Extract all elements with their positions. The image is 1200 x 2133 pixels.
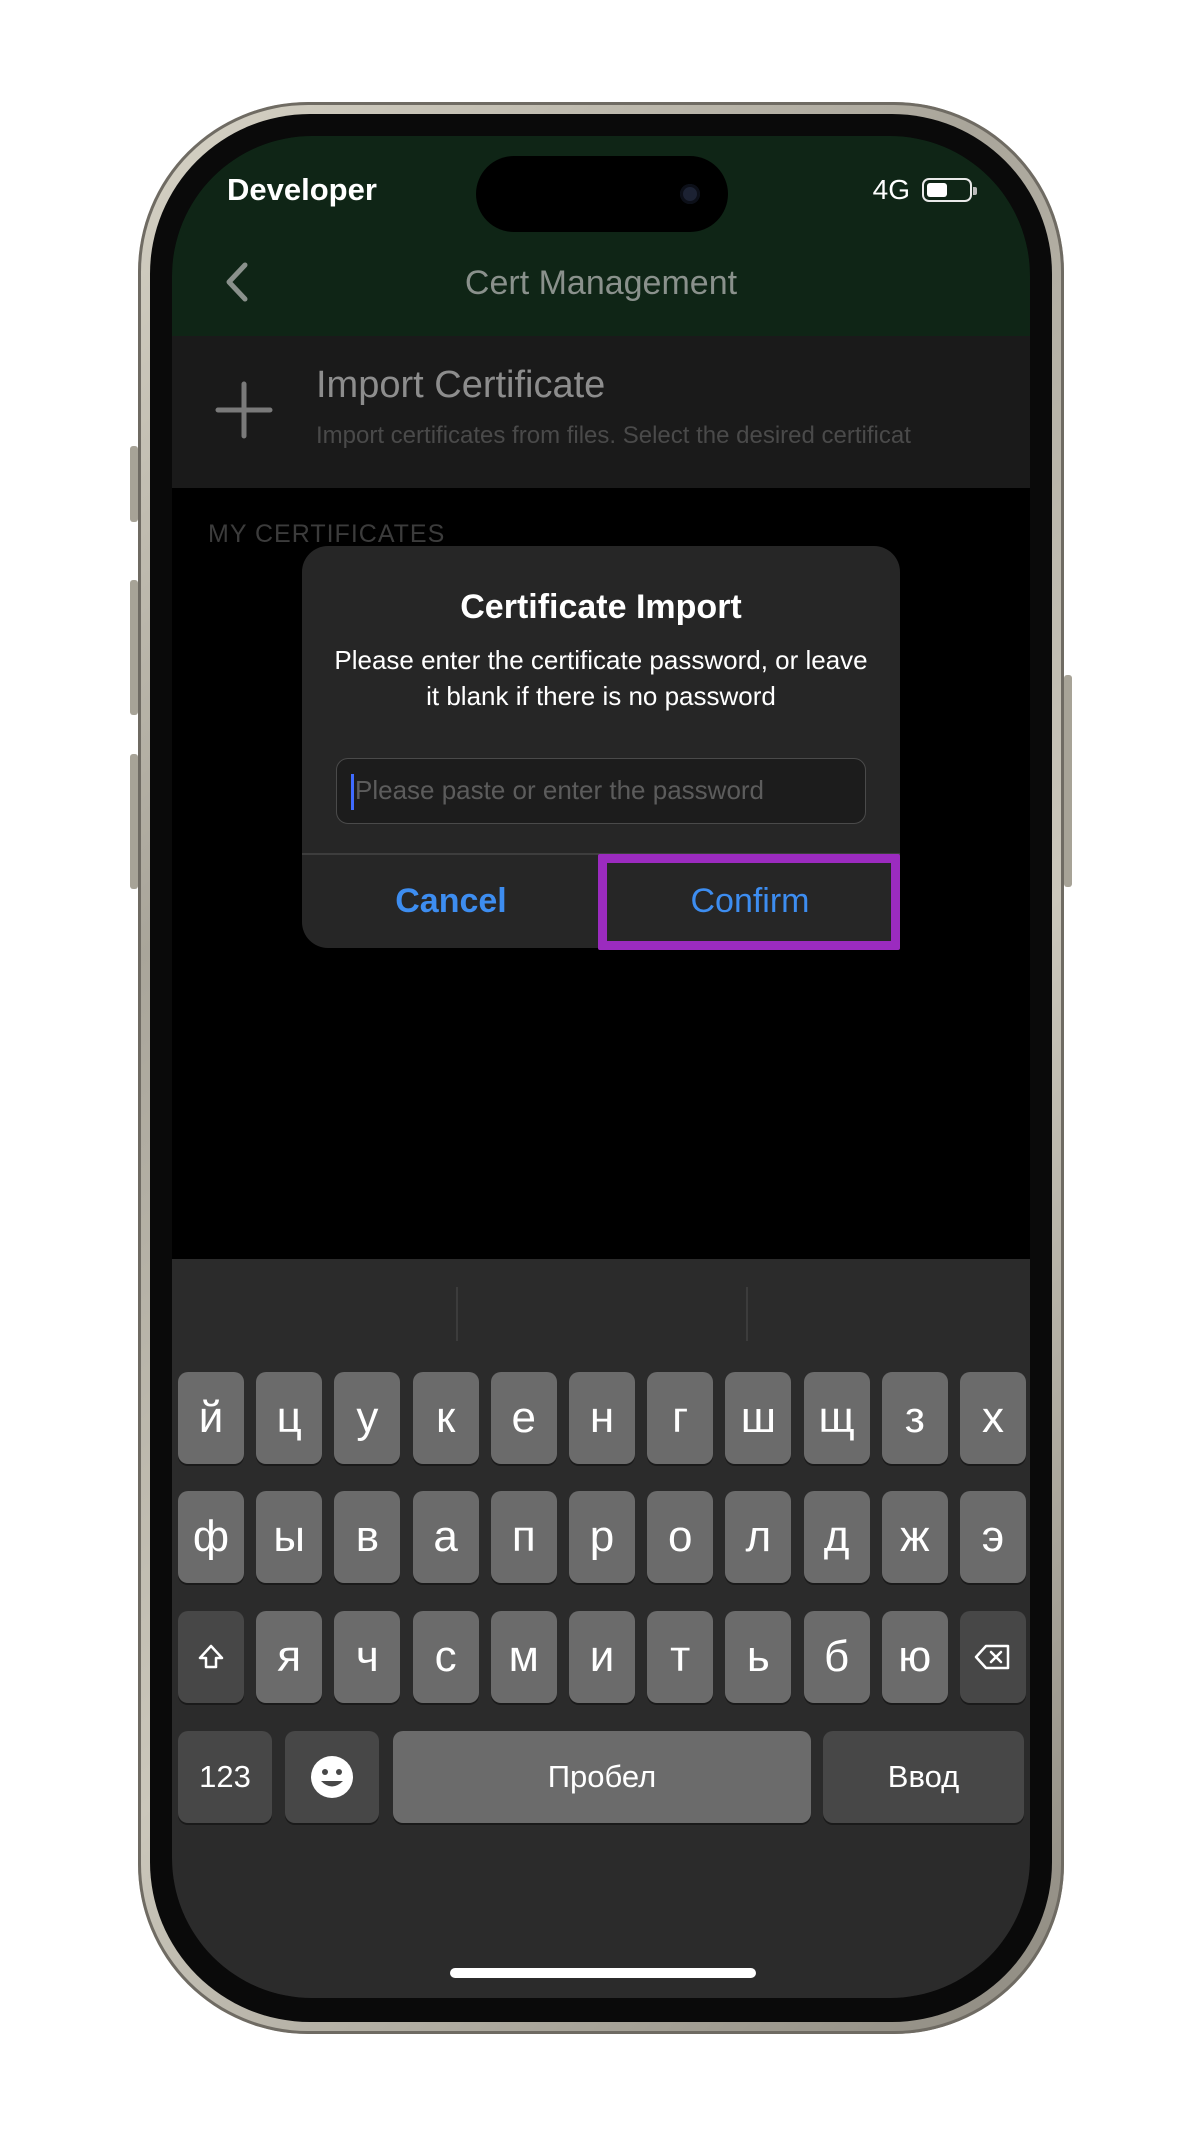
- import-certificate-subtitle: Import certificates from files. Select t…: [316, 422, 911, 449]
- status-indicators: 4G: [872, 174, 977, 206]
- delete-key[interactable]: [960, 1611, 1026, 1703]
- status-carrier: Developer: [227, 172, 377, 207]
- key-д[interactable]: д: [803, 1491, 870, 1583]
- key-п[interactable]: п: [490, 1491, 557, 1583]
- shift-icon: [198, 1644, 224, 1669]
- key-ф[interactable]: ф: [178, 1491, 244, 1583]
- dialog-title: Certificate Import: [460, 588, 742, 626]
- key-я[interactable]: я: [256, 1611, 323, 1703]
- cancel-button[interactable]: Cancel: [302, 855, 600, 948]
- battery-icon: [922, 178, 977, 202]
- space-key[interactable]: Пробел: [393, 1731, 811, 1823]
- key-г[interactable]: г: [647, 1372, 714, 1464]
- key-э[interactable]: э: [960, 1491, 1026, 1583]
- numbers-key[interactable]: 123: [178, 1731, 272, 1823]
- key-а[interactable]: а: [412, 1491, 479, 1583]
- key-е[interactable]: е: [490, 1372, 557, 1464]
- power-button: [1064, 675, 1072, 887]
- emoji-key[interactable]: [285, 1731, 379, 1823]
- key-ч[interactable]: ч: [334, 1611, 401, 1703]
- page-title: Cert Management: [464, 264, 738, 302]
- dynamic-island: [476, 156, 728, 232]
- home-indicator: [450, 1968, 756, 1978]
- key-т[interactable]: т: [647, 1611, 714, 1703]
- plus-icon: [215, 381, 273, 439]
- confirm-highlight-box: [598, 854, 900, 950]
- key-щ[interactable]: щ: [803, 1372, 870, 1464]
- volume-down-button: [130, 754, 138, 889]
- dialog-message: Please enter the certificate password, o…: [334, 645, 868, 711]
- key-с[interactable]: с: [412, 1611, 479, 1703]
- password-input[interactable]: Please paste or enter the password: [336, 758, 866, 824]
- return-key[interactable]: Ввод: [823, 1731, 1024, 1823]
- navigation-header: Developer 4G Cert Management: [172, 136, 1030, 336]
- backspace-icon: [974, 1644, 1010, 1670]
- key-в[interactable]: в: [334, 1491, 401, 1583]
- key-к[interactable]: к: [412, 1372, 479, 1464]
- key-й[interactable]: й: [178, 1372, 244, 1464]
- emoji-icon: [311, 1756, 353, 1798]
- import-certificate-title: Import Certificate: [316, 364, 606, 406]
- key-б[interactable]: б: [803, 1611, 870, 1703]
- key-о[interactable]: о: [647, 1491, 714, 1583]
- suggestion-divider: [456, 1287, 458, 1341]
- key-ы[interactable]: ы: [256, 1491, 323, 1583]
- shift-key[interactable]: [178, 1611, 244, 1703]
- phone-screen: Developer 4G Cert Management Import Cert…: [172, 136, 1030, 1998]
- key-н[interactable]: н: [569, 1372, 635, 1464]
- network-type: 4G: [872, 174, 910, 205]
- key-ц[interactable]: ц: [256, 1372, 323, 1464]
- key-и[interactable]: и: [569, 1611, 635, 1703]
- key-м[interactable]: м: [490, 1611, 557, 1703]
- key-ю[interactable]: ю: [881, 1611, 948, 1703]
- key-л[interactable]: л: [725, 1491, 792, 1583]
- text-cursor: [351, 774, 354, 810]
- suggestion-divider: [746, 1287, 748, 1341]
- key-ь[interactable]: ь: [725, 1611, 792, 1703]
- import-certificate-row[interactable]: Import Certificate Import certificates f…: [172, 336, 1030, 488]
- camera-icon: [680, 184, 700, 204]
- key-р[interactable]: р: [569, 1491, 635, 1583]
- key-у[interactable]: у: [334, 1372, 401, 1464]
- key-з[interactable]: з: [881, 1372, 948, 1464]
- key-х[interactable]: х: [960, 1372, 1026, 1464]
- volume-up-button: [130, 580, 138, 715]
- action-button: [130, 446, 138, 522]
- section-header: MY CERTIFICATES: [208, 520, 446, 548]
- key-ш[interactable]: ш: [725, 1372, 792, 1464]
- password-placeholder: Please paste or enter the password: [355, 775, 765, 805]
- key-ж[interactable]: ж: [881, 1491, 948, 1583]
